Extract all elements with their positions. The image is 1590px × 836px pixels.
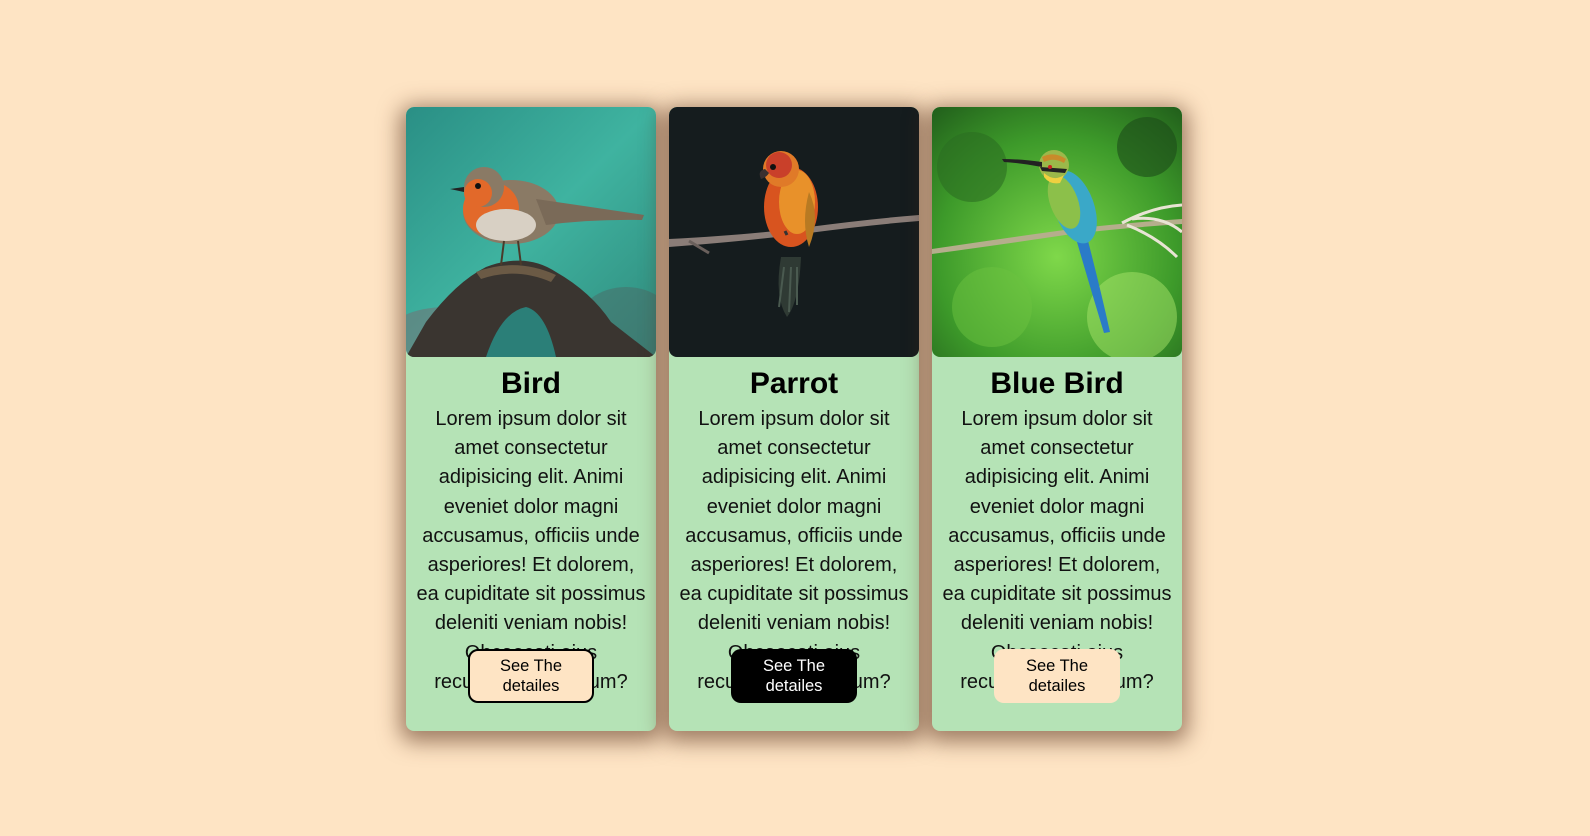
card-list: Bird Lorem ipsum dolor sit amet consecte… (406, 107, 1182, 731)
robin-photo (406, 107, 656, 357)
see-details-button[interactable]: See The detailes (468, 649, 594, 703)
parrot-photo (669, 107, 919, 357)
card-blue-bird: Blue Bird Lorem ipsum dolor sit amet con… (932, 107, 1182, 731)
card-title: Bird (501, 367, 561, 400)
see-details-button[interactable]: See The detailes (731, 649, 857, 703)
see-details-button[interactable]: See The detailes (994, 649, 1120, 703)
card-title: Blue Bird (990, 367, 1124, 400)
card-parrot: Parrot Lorem ipsum dolor sit amet consec… (669, 107, 919, 731)
card-title: Parrot (749, 367, 839, 400)
card-bird: Bird Lorem ipsum dolor sit amet consecte… (406, 107, 656, 731)
bee-eater-photo (932, 107, 1182, 357)
